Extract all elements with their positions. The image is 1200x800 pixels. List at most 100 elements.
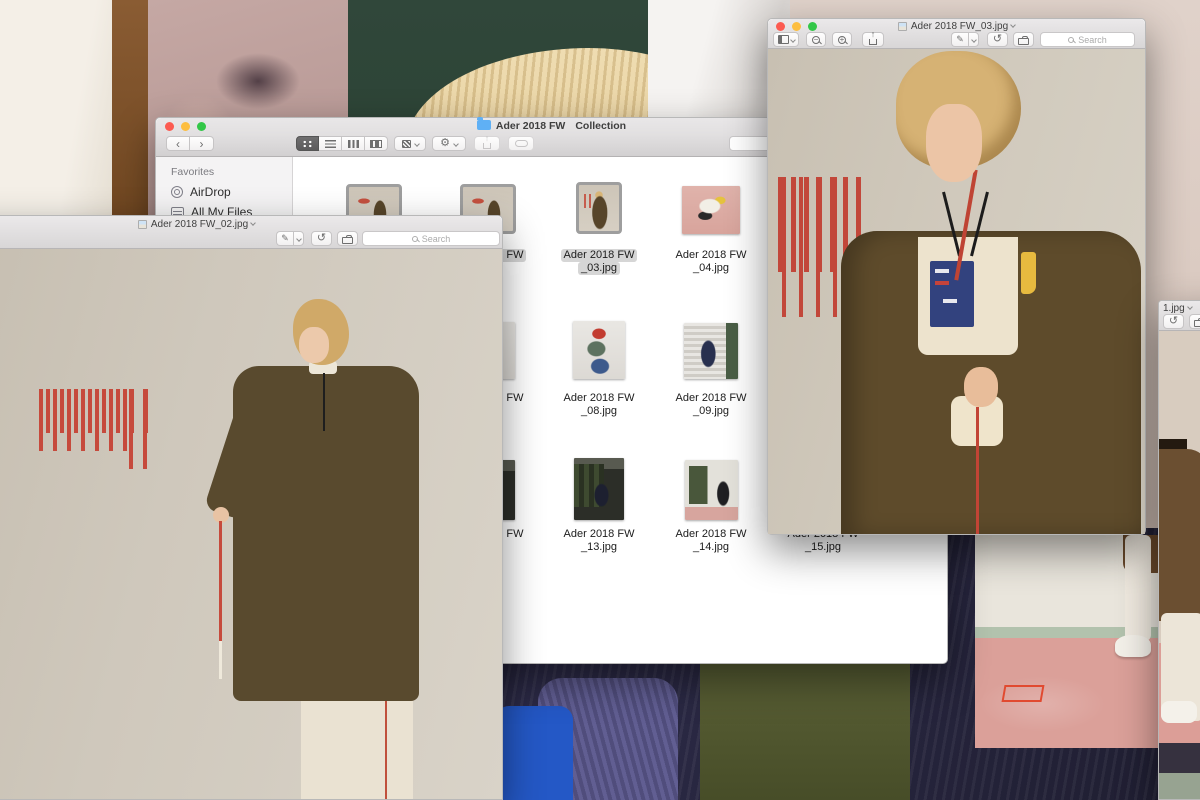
held-ribbon-tip — [219, 641, 222, 679]
share-button[interactable]: ↑ — [862, 32, 884, 47]
photo-dark-band — [1159, 743, 1200, 773]
zoom-out-button[interactable]: − — [806, 32, 826, 47]
file-thumbnail — [573, 321, 625, 379]
desktop: Ader 2018 FWCollection ‹ › ⚙ ↑ Search F — [0, 0, 1200, 800]
rotate-icon: ↺ — [993, 34, 1002, 45]
preview-window-right: 1.jpg ↺ — [1158, 300, 1200, 800]
share-button[interactable]: ↑ — [474, 136, 500, 151]
file-name: _14.jpg — [690, 541, 732, 554]
markup-dropdown-button[interactable] — [293, 231, 304, 246]
file-item[interactable]: Ader 2018 FW_14.jpg — [659, 456, 763, 554]
rotate-button[interactable]: ↺ — [987, 32, 1008, 47]
list-view-button[interactable] — [319, 136, 342, 151]
document-proxy-icon — [138, 220, 147, 229]
search-placeholder: Search — [422, 234, 451, 244]
pencil-icon: ✎ — [956, 35, 964, 44]
background-cream-fabric — [0, 0, 120, 232]
rotate-icon: ↺ — [317, 233, 326, 244]
file-thumbnail — [682, 186, 740, 234]
action-button[interactable]: ⚙ — [432, 136, 466, 151]
model-blazer — [233, 366, 419, 701]
photo-green-band — [1159, 773, 1200, 799]
forward-button[interactable]: › — [190, 136, 214, 151]
background-bright-blue-knit — [495, 706, 573, 800]
tag-button[interactable] — [508, 136, 534, 151]
model-sneaker — [1161, 701, 1197, 723]
zoom-in-icon: + — [838, 36, 846, 44]
file-name: Ader 2018 FW — [673, 249, 750, 262]
preview02-titlebar[interactable]: Ader 2018 FW_02.jpg ✎ ↺ Search — [0, 216, 502, 249]
arrange-button[interactable] — [394, 136, 426, 151]
preview03-titlebar[interactable]: Ader 2018 FW_03.jpg − + ↑ ✎ ↺ Search — [768, 19, 1145, 49]
file-name: Ader 2018 FW — [561, 249, 638, 262]
view-switcher — [296, 136, 388, 151]
pink-room-sneaker — [1115, 635, 1151, 657]
file-name: _04.jpg — [690, 262, 732, 275]
column-view-icon — [348, 140, 359, 148]
file-item[interactable]: Ader 2018 FW_09.jpg — [659, 319, 763, 418]
preview-window-03: Ader 2018 FW_03.jpg − + ↑ ✎ ↺ Search — [767, 18, 1146, 535]
search-placeholder: Search — [1078, 35, 1107, 45]
coverflow-view-button[interactable] — [365, 136, 388, 151]
red-ribbons-decoration — [782, 177, 844, 317]
pencil-icon: ✎ — [281, 234, 289, 243]
share-icon: ↑ — [483, 143, 491, 149]
file-name: Ader 2018 FW — [561, 392, 638, 405]
airdrop-icon — [171, 186, 183, 198]
model-face — [299, 327, 329, 363]
preview-window-02: Ader 2018 FW_02.jpg ✎ ↺ Search — [0, 215, 503, 800]
chevron-down-icon — [453, 141, 459, 147]
file-name: _03.jpg — [578, 262, 620, 275]
sidebar-toggle-button[interactable] — [773, 32, 799, 47]
folder-icon — [477, 120, 491, 130]
chevron-down-icon — [250, 220, 256, 226]
file-item[interactable]: Ader 2018 FW_04.jpg — [659, 181, 763, 275]
file-item[interactable]: Ader 2018 FW_13.jpg — [547, 456, 651, 554]
coverflow-view-icon — [370, 140, 382, 148]
file-item[interactable]: Ader 2018 FW_03.jpg — [547, 181, 651, 275]
pink-room-pants — [1125, 535, 1151, 641]
arrange-icon — [402, 140, 411, 148]
pink-room-red-outline — [1002, 685, 1045, 702]
markup-toolbar-button[interactable] — [1189, 314, 1200, 329]
preview02-title: Ader 2018 FW_02.jpg — [0, 219, 502, 230]
file-item[interactable]: Ader 2018 FW_08.jpg — [547, 319, 651, 418]
markup-toolbar-button[interactable] — [1013, 32, 1034, 47]
markup-button-group: ✎ — [276, 231, 304, 246]
chevron-down-icon — [1010, 22, 1016, 28]
markup-dropdown-button[interactable] — [968, 32, 979, 47]
sidebar-header: Favorites — [171, 166, 292, 178]
model-coat — [1159, 449, 1200, 621]
held-ribbon — [219, 521, 222, 643]
zoom-in-button[interactable]: + — [832, 32, 852, 47]
gear-icon: ⚙ — [440, 138, 450, 149]
markup-pencil-button[interactable]: ✎ — [951, 32, 968, 47]
column-view-button[interactable] — [342, 136, 365, 151]
search-icon — [412, 236, 418, 242]
preview-right-photo — [1159, 331, 1200, 799]
zoom-out-icon: − — [812, 36, 820, 44]
icon-view-button[interactable] — [296, 136, 319, 151]
file-thumbnail — [684, 323, 738, 379]
search-input[interactable]: Search — [362, 231, 500, 246]
file-name: _13.jpg — [578, 541, 620, 554]
markup-pencil-button[interactable]: ✎ — [276, 231, 293, 246]
chevron-down-icon — [414, 141, 420, 147]
preview-right-title: 1.jpg — [1163, 303, 1200, 314]
markup-toolbar-button[interactable] — [337, 231, 358, 246]
sidebar-item-label: AirDrop — [190, 185, 231, 199]
markup-button-group: ✎ — [951, 32, 979, 47]
file-name: _09.jpg — [690, 405, 732, 418]
sidebar-item-airdrop[interactable]: AirDrop — [171, 185, 292, 199]
preview-right-titlebar[interactable]: 1.jpg ↺ — [1159, 301, 1200, 331]
yellow-j-brooch — [1021, 252, 1036, 294]
search-input[interactable]: Search — [1040, 32, 1135, 47]
file-name: Ader 2018 FW — [673, 392, 750, 405]
file-thumbnail — [576, 182, 622, 234]
toolbox-icon — [1194, 320, 1200, 327]
rotate-button[interactable]: ↺ — [1163, 314, 1184, 329]
rotate-button[interactable]: ↺ — [311, 231, 332, 246]
model-lanyard — [323, 373, 325, 431]
sweater-graphic-patch — [930, 261, 974, 327]
back-button[interactable]: ‹ — [166, 136, 190, 151]
